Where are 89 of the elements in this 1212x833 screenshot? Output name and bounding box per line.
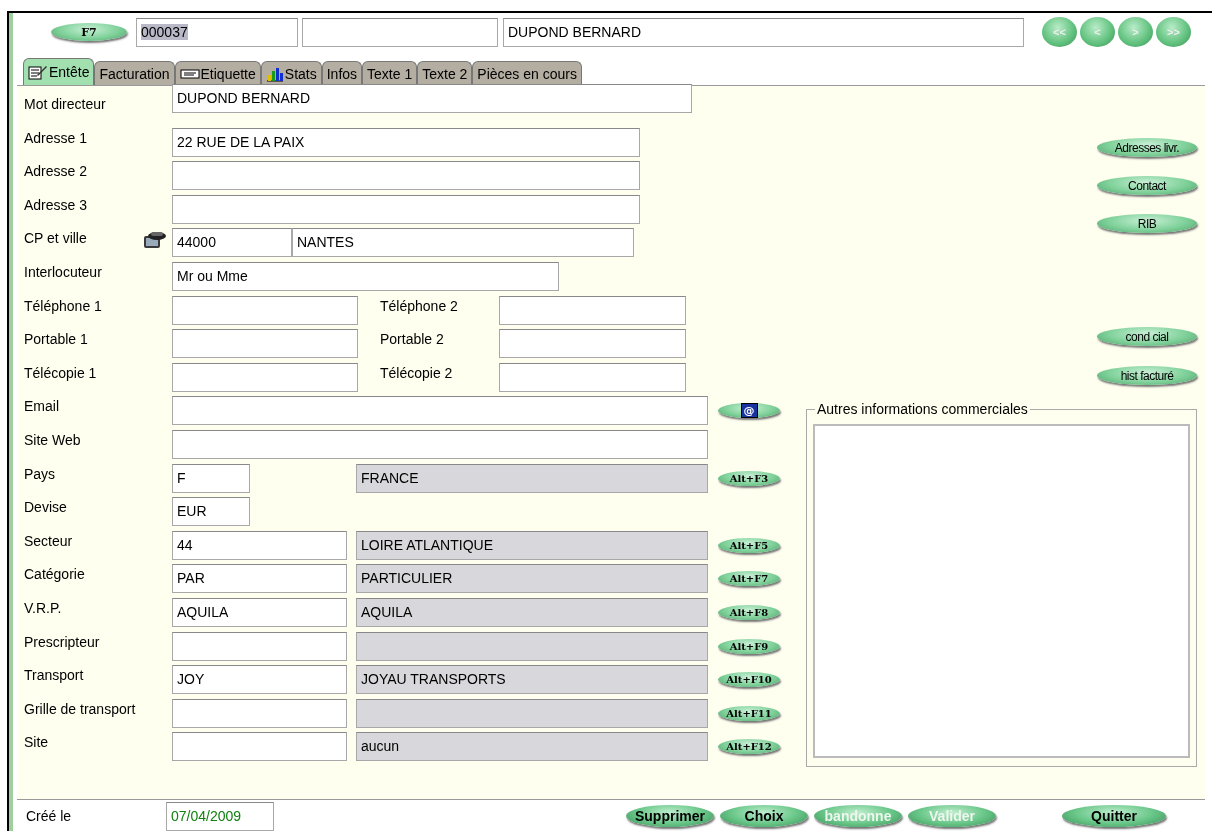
description-field: PARTICULIER (356, 564, 708, 594)
city-field[interactable]: NANTES (292, 228, 634, 258)
text-field[interactable]: 22 RUE DE LA PAIX (172, 127, 640, 157)
field-label: Adresse 2 (24, 163, 88, 180)
tab[interactable]: Texte 2 (417, 61, 473, 85)
code-field[interactable]: AQUILA (172, 597, 347, 627)
field-label: Secteur (24, 532, 73, 549)
lookup-button[interactable]: Alt+F10 (718, 672, 780, 688)
group-title: Autres informations commerciales (815, 401, 1030, 417)
action-button[interactable]: Quitter (1062, 805, 1166, 827)
description-field: AQUILA (356, 597, 708, 627)
text-field[interactable] (172, 329, 358, 359)
email-button[interactable]: @ (718, 403, 780, 419)
text-field[interactable] (172, 429, 708, 459)
lookup-button[interactable]: Alt+F11 (718, 705, 780, 721)
date-field[interactable]: 07/04/2009 (166, 801, 274, 831)
field-label: Portable 2 (379, 331, 445, 348)
lookup-button[interactable]: Alt+F5 (718, 537, 780, 553)
action-button[interactable]: Choix (720, 805, 808, 827)
field-label: Téléphone 1 (24, 297, 102, 314)
side-button[interactable]: Adresses livr. (1097, 138, 1197, 157)
tab[interactable]: Entête (23, 58, 95, 85)
description-field: LOIRE ATLANTIQUE (356, 530, 708, 560)
action-button[interactable]: Supprimer (626, 805, 714, 827)
f7-button[interactable]: F7 (51, 23, 127, 41)
code-field[interactable]: JOY (172, 665, 347, 695)
field-label: Pays (24, 465, 56, 482)
tab[interactable]: Etiquette (174, 61, 261, 85)
tab[interactable]: Facturation (94, 61, 175, 85)
field-label: Prescripteur (24, 633, 100, 650)
description-field: JOYAU TRANSPORTS (356, 665, 708, 695)
side-button[interactable]: Contact (1097, 176, 1197, 195)
field-label: Devise (24, 499, 67, 516)
text-field[interactable] (172, 396, 708, 426)
text-field[interactable] (172, 362, 358, 392)
field-label: Email (24, 398, 59, 415)
field-label: Télécopie 1 (24, 364, 97, 381)
field-label: Transport (24, 667, 84, 684)
lookup-button[interactable]: Alt+F12 (718, 739, 780, 755)
tab[interactable]: Stats (260, 61, 322, 85)
side-button[interactable]: RIB (1097, 214, 1197, 233)
tab[interactable]: Pièces en cours (472, 61, 582, 85)
field-label: Télécopie 2 (379, 364, 454, 381)
code-field[interactable]: PAR (172, 564, 347, 594)
tab[interactable]: Texte 1 (362, 61, 418, 85)
lookup-button[interactable]: Alt+F8 (718, 604, 780, 620)
code-field[interactable] (172, 698, 347, 728)
edit-icon (28, 64, 48, 80)
field-label: Catégorie (24, 566, 85, 583)
field-label: Téléphone 2 (379, 297, 459, 314)
field-label: Interlocuteur (24, 263, 102, 280)
text-field[interactable] (499, 295, 686, 325)
label-icon (179, 68, 200, 79)
field-label: CP et ville (24, 230, 87, 247)
created-label: Créé le (26, 808, 73, 824)
text-field[interactable]: Mr ou Mme (172, 261, 559, 291)
postal-code-field[interactable]: 44000 (172, 228, 292, 258)
code-field[interactable] (172, 631, 347, 661)
description-field: FRANCE (356, 463, 708, 493)
lookup-button[interactable]: Alt+F9 (718, 638, 780, 654)
text-field[interactable] (172, 295, 358, 325)
code-field[interactable]: 44 (172, 530, 347, 560)
text-field[interactable] (172, 161, 640, 191)
code-field[interactable] (172, 732, 347, 762)
field-label: Portable 1 (24, 331, 88, 348)
field-label: Adresse 3 (24, 196, 88, 213)
lookup-button[interactable]: Alt+F3 (718, 470, 780, 486)
input-field[interactable] (302, 17, 498, 47)
field-label: Grille de transport (24, 700, 136, 717)
phonebook-icon[interactable] (142, 230, 168, 251)
code-field[interactable]: 000037 (136, 17, 298, 47)
text-field[interactable] (172, 194, 640, 224)
field-label: Site Web (24, 431, 81, 448)
name-field[interactable]: DUPOND BERNARD (503, 17, 1024, 47)
tab[interactable]: Infos (321, 61, 363, 85)
code-field[interactable]: F (172, 463, 250, 493)
text-field[interactable] (499, 329, 686, 359)
field-label: Site (24, 734, 49, 751)
field-label: V.R.P. (24, 599, 62, 616)
field-label: Mot directeur (24, 96, 106, 112)
bar-chart-icon (265, 65, 284, 82)
description-field: aucun (356, 732, 708, 762)
lookup-button[interactable]: Alt+F7 (718, 571, 780, 587)
text-field[interactable] (499, 362, 686, 392)
text-field[interactable]: DUPOND BERNARD (172, 83, 692, 113)
field-label: Adresse 1 (24, 129, 88, 146)
side-button[interactable]: hist facturé (1097, 366, 1197, 385)
side-button[interactable]: cond cial (1097, 327, 1197, 346)
code-field[interactable]: EUR (172, 497, 250, 527)
